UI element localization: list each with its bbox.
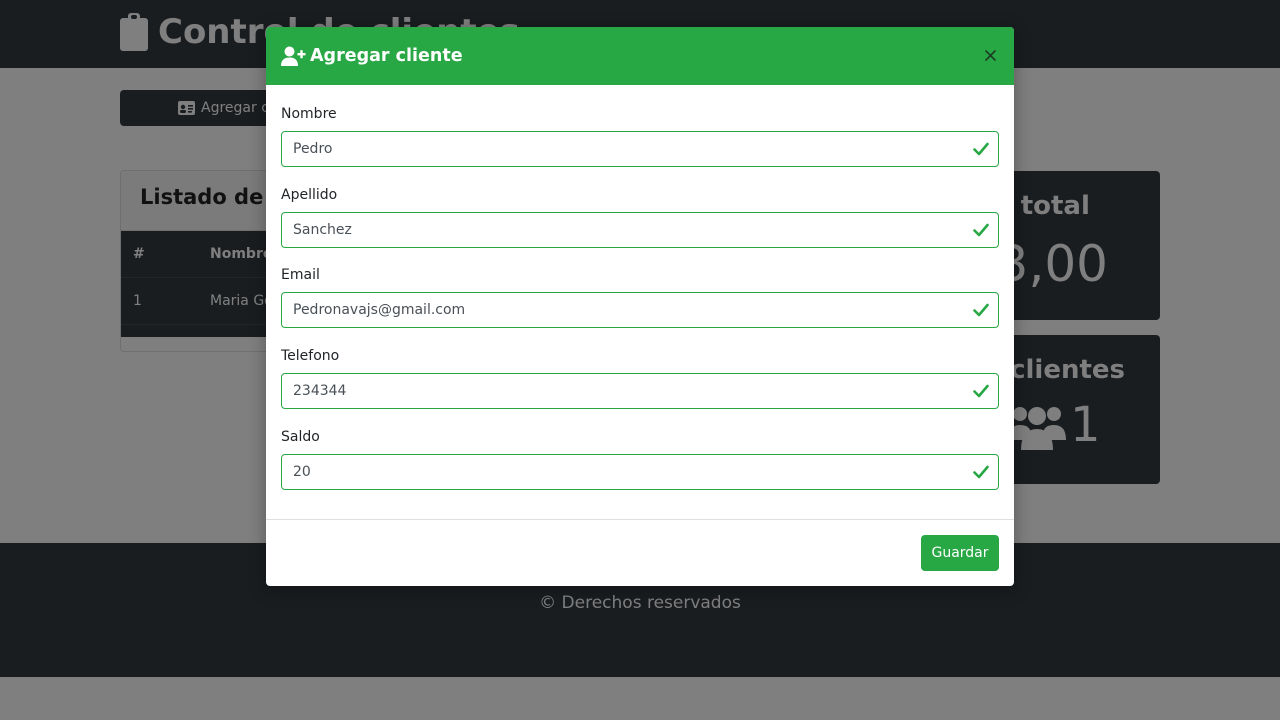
close-button[interactable] xyxy=(982,47,998,63)
close-icon xyxy=(984,49,996,61)
save-button[interactable]: Guardar xyxy=(921,535,999,571)
check-icon xyxy=(973,465,989,479)
telefono-input[interactable] xyxy=(282,374,998,408)
modal-footer: Guardar xyxy=(266,519,1014,586)
modal-title: Agregar cliente xyxy=(310,46,463,66)
apellido-input[interactable] xyxy=(282,213,998,247)
field-nombre: Nombre xyxy=(281,104,999,167)
check-icon xyxy=(973,384,989,398)
check-icon xyxy=(973,303,989,317)
add-client-modal: Agregar cliente Nombre Apellido Email xyxy=(266,27,1014,586)
field-telefono: Telefono xyxy=(281,346,999,409)
field-label-saldo: Saldo xyxy=(281,429,320,445)
field-label-nombre: Nombre xyxy=(281,106,337,122)
email-input[interactable] xyxy=(282,293,998,327)
saldo-input[interactable] xyxy=(282,455,998,489)
nombre-input[interactable] xyxy=(282,132,998,166)
field-label-apellido: Apellido xyxy=(281,187,338,203)
field-apellido: Apellido xyxy=(281,185,999,248)
field-label-email: Email xyxy=(281,267,320,283)
check-icon xyxy=(973,223,989,237)
user-plus-icon xyxy=(281,46,306,66)
check-icon xyxy=(973,142,989,156)
field-email: Email xyxy=(281,265,999,328)
modal-body: Nombre Apellido Email Telefono xyxy=(266,85,1014,547)
field-label-telefono: Telefono xyxy=(281,348,340,364)
field-saldo: Saldo xyxy=(281,427,999,490)
modal-header: Agregar cliente xyxy=(266,27,1014,85)
